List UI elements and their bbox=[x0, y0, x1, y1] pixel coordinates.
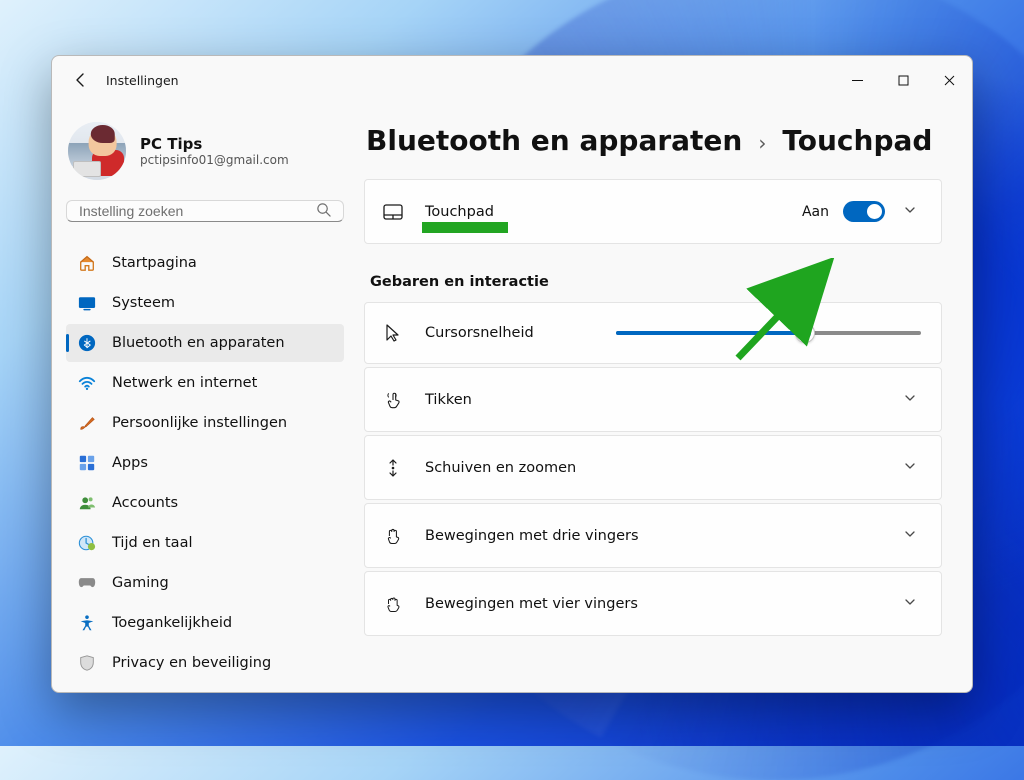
cursor-speed-slider[interactable] bbox=[616, 321, 921, 345]
sidebar: PC Tips pctipsinfo01@gmail.com Startpagi… bbox=[52, 104, 358, 692]
paintbrush-icon bbox=[78, 414, 96, 432]
cursor-speed-row: Cursorsnelheid bbox=[364, 302, 942, 364]
window-controls bbox=[834, 61, 972, 99]
chevron-down-icon[interactable] bbox=[899, 198, 921, 225]
clock-globe-icon bbox=[78, 534, 96, 552]
close-button[interactable] bbox=[926, 61, 972, 99]
sidebar-item-label: Apps bbox=[112, 455, 148, 471]
four-finger-label: Bewegingen met vier vingers bbox=[425, 596, 877, 612]
chevron-right-icon: › bbox=[758, 131, 766, 155]
sidebar-item-label: Privacy en beveiliging bbox=[112, 655, 271, 671]
scroll-zoom-label: Schuiven en zoomen bbox=[425, 460, 877, 476]
back-button[interactable] bbox=[70, 69, 92, 91]
search-input[interactable] bbox=[79, 203, 316, 219]
search-icon bbox=[316, 202, 331, 221]
toggle-state-text: Aan bbox=[802, 204, 829, 220]
breadcrumb: Bluetooth en apparaten › Touchpad bbox=[360, 118, 964, 179]
sidebar-item-label: Persoonlijke instellingen bbox=[112, 415, 287, 431]
sidebar-item-label: Gaming bbox=[112, 575, 169, 591]
sidebar-item-system[interactable]: Systeem bbox=[66, 284, 344, 322]
settings-window: Instellingen PC bbox=[51, 55, 973, 693]
wifi-icon bbox=[78, 374, 96, 392]
sidebar-item-label: Accounts bbox=[112, 495, 178, 511]
sidebar-item-label: Toegankelijkheid bbox=[112, 615, 232, 631]
touchpad-toggle[interactable] bbox=[843, 201, 885, 222]
three-finger-icon bbox=[383, 526, 403, 546]
search-box[interactable] bbox=[66, 200, 344, 222]
sidebar-item-home[interactable]: Startpagina bbox=[66, 244, 344, 282]
sidebar-item-label: Systeem bbox=[112, 295, 175, 311]
sidebar-item-personalization[interactable]: Persoonlijke instellingen bbox=[66, 404, 344, 442]
account-email: pctipsinfo01@gmail.com bbox=[140, 153, 289, 167]
touchpad-icon bbox=[383, 202, 403, 222]
three-finger-row[interactable]: Bewegingen met drie vingers bbox=[364, 503, 942, 568]
annotation-underline bbox=[422, 222, 508, 233]
sidebar-item-accessibility[interactable]: Toegankelijkheid bbox=[66, 604, 344, 642]
touchpad-toggle-card[interactable]: Touchpad Aan bbox=[364, 179, 942, 244]
sidebar-item-apps[interactable]: Apps bbox=[66, 444, 344, 482]
sidebar-item-label: Tijd en taal bbox=[112, 535, 193, 551]
accessibility-icon bbox=[78, 614, 96, 632]
cursor-icon bbox=[383, 323, 403, 343]
sidebar-item-label: Startpagina bbox=[112, 255, 197, 271]
three-finger-label: Bewegingen met drie vingers bbox=[425, 528, 877, 544]
sidebar-item-network[interactable]: Netwerk en internet bbox=[66, 364, 344, 402]
scroll-zoom-row[interactable]: Schuiven en zoomen bbox=[364, 435, 942, 500]
sidebar-item-gaming[interactable]: Gaming bbox=[66, 564, 344, 602]
maximize-button[interactable] bbox=[880, 61, 926, 99]
system-icon bbox=[78, 294, 96, 312]
shield-icon bbox=[78, 654, 96, 672]
sidebar-item-label: Netwerk en internet bbox=[112, 375, 257, 391]
breadcrumb-current: Touchpad bbox=[782, 124, 932, 157]
window-title: Instellingen bbox=[106, 73, 179, 88]
sidebar-item-accounts[interactable]: Accounts bbox=[66, 484, 344, 522]
scroll-zoom-icon bbox=[383, 458, 403, 478]
minimize-button[interactable] bbox=[834, 61, 880, 99]
cursor-speed-label: Cursorsnelheid bbox=[425, 325, 534, 341]
content-pane: Bluetooth en apparaten › Touchpad Touchp… bbox=[358, 104, 972, 692]
slider-thumb[interactable] bbox=[795, 323, 815, 343]
avatar bbox=[68, 122, 126, 180]
slider-fill bbox=[616, 331, 805, 335]
tapping-label: Tikken bbox=[425, 392, 877, 408]
sidebar-item-privacy[interactable]: Privacy en beveiliging bbox=[66, 644, 344, 682]
touchpad-label: Touchpad bbox=[425, 204, 780, 220]
sidebar-item-time-language[interactable]: Tijd en taal bbox=[66, 524, 344, 562]
sidebar-item-label: Bluetooth en apparaten bbox=[112, 335, 285, 351]
account-header[interactable]: PC Tips pctipsinfo01@gmail.com bbox=[66, 116, 344, 200]
home-icon bbox=[78, 254, 96, 272]
four-finger-row[interactable]: Bewegingen met vier vingers bbox=[364, 571, 942, 636]
titlebar: Instellingen bbox=[52, 56, 972, 104]
tap-icon bbox=[383, 390, 403, 410]
bluetooth-icon bbox=[78, 334, 96, 352]
tapping-row[interactable]: Tikken bbox=[364, 367, 942, 432]
account-name: PC Tips bbox=[140, 135, 289, 153]
sidebar-item-bluetooth-devices[interactable]: Bluetooth en apparaten bbox=[66, 324, 344, 362]
apps-icon bbox=[78, 454, 96, 472]
accounts-icon bbox=[78, 494, 96, 512]
chevron-down-icon[interactable] bbox=[899, 454, 921, 481]
breadcrumb-parent[interactable]: Bluetooth en apparaten bbox=[366, 124, 742, 157]
section-heading-gestures: Gebaren en interactie bbox=[364, 250, 942, 302]
chevron-down-icon[interactable] bbox=[899, 522, 921, 549]
four-finger-icon bbox=[383, 594, 403, 614]
sidebar-nav: Startpagina Systeem Bluetooth en apparat… bbox=[66, 244, 344, 682]
chevron-down-icon[interactable] bbox=[899, 386, 921, 413]
chevron-down-icon[interactable] bbox=[899, 590, 921, 617]
gamepad-icon bbox=[78, 574, 96, 592]
